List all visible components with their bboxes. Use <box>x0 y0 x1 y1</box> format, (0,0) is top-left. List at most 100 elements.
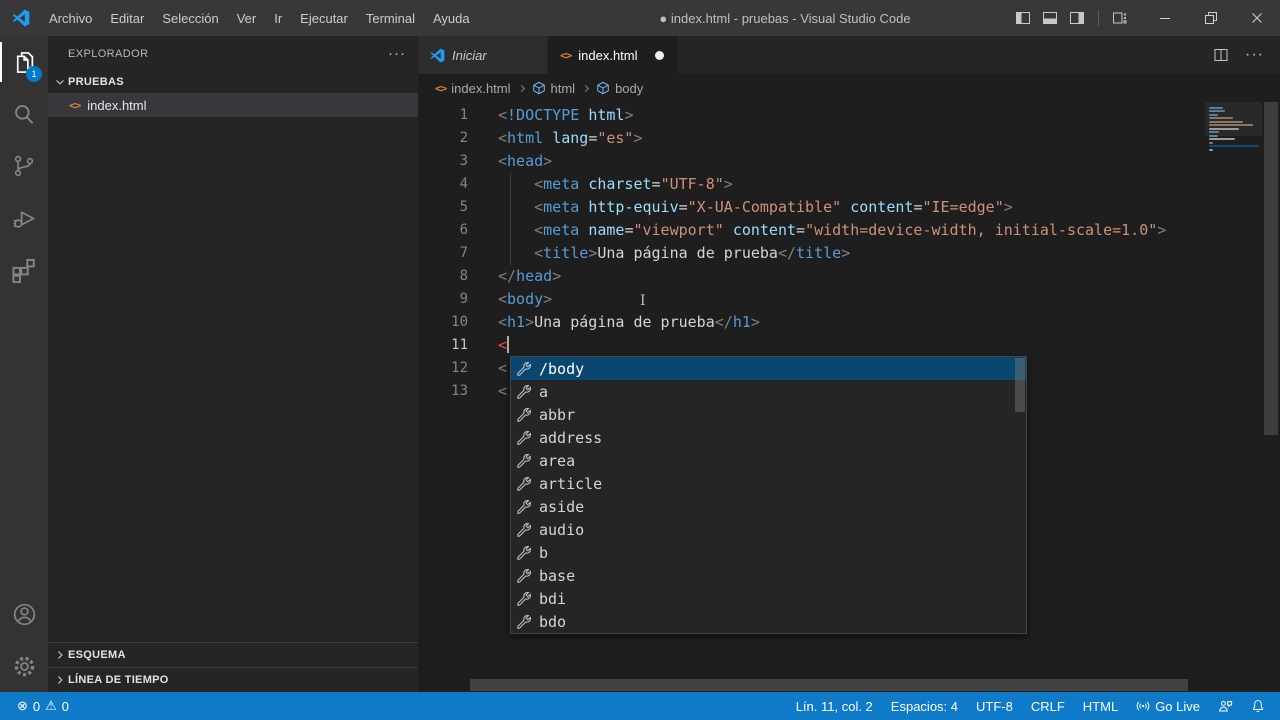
errors-count: 0 <box>33 699 40 714</box>
code-line-4[interactable]: 4 <meta charset="UTF-8"> <box>418 173 1280 196</box>
menu-ir[interactable]: Ir <box>265 0 291 36</box>
suggestion-audio[interactable]: audio <box>511 518 1026 541</box>
code-text: <title>Una página de prueba</title> <box>468 242 850 265</box>
code-line-5[interactable]: 5 <meta http-equiv="X-UA-Compatible" con… <box>418 196 1280 219</box>
vertical-scrollbar-thumb[interactable] <box>1264 102 1278 435</box>
suggestion-body[interactable]: /body <box>511 357 1026 380</box>
suggestion-bdi[interactable]: bdi <box>511 587 1026 610</box>
wrench-icon <box>516 614 531 629</box>
minimap-line <box>1209 124 1253 126</box>
suggestion-b[interactable]: b <box>511 541 1026 564</box>
wrench-icon <box>516 384 531 399</box>
horizontal-scrollbar[interactable] <box>470 679 1188 691</box>
status-html[interactable]: HTML <box>1074 692 1127 720</box>
code-line-8[interactable]: 8</head> <box>418 265 1280 288</box>
search-icon[interactable] <box>0 88 48 140</box>
suggestion-a[interactable]: a <box>511 380 1026 403</box>
breadcrumb-item-body[interactable]: body <box>596 81 643 96</box>
menu-ejecutar[interactable]: Ejecutar <box>291 0 357 36</box>
status-l-n-11-col-2[interactable]: Lín. 11, col. 2 <box>787 692 882 720</box>
code-text: <body> <box>468 288 552 311</box>
suggestion-address[interactable]: address <box>511 426 1026 449</box>
restore-button[interactable] <box>1188 0 1234 36</box>
customize-layout-icon[interactable] <box>1112 10 1128 26</box>
code-line-7[interactable]: 7 <title>Una página de prueba</title> <box>418 242 1280 265</box>
code-line-3[interactable]: 3<head> <box>418 150 1280 173</box>
status-espacios-4[interactable]: Espacios: 4 <box>882 692 967 720</box>
suggestion-abbr[interactable]: abbr <box>511 403 1026 426</box>
code-text: <meta charset="UTF-8"> <box>468 173 733 196</box>
vertical-scrollbar[interactable] <box>1262 102 1280 692</box>
code-line-1[interactable]: 1<!DOCTYPE html> <box>418 104 1280 127</box>
split-editor-icon[interactable] <box>1213 47 1229 63</box>
status-bell[interactable] <box>1242 692 1274 720</box>
minimize-button[interactable] <box>1142 0 1188 36</box>
status-bar: ⊗ 0 ⚠ 0 Lín. 11, col. 2Espacios: 4UTF-8C… <box>0 692 1280 720</box>
source-control-icon[interactable] <box>0 140 48 192</box>
sidebar-bottom-sections: ESQUEMALÍNEA DE TIEMPO <box>48 642 418 692</box>
bell-icon <box>1251 699 1265 713</box>
tab-label: index.html <box>578 48 637 63</box>
toggle-secondary-sidebar-icon[interactable] <box>1069 10 1085 26</box>
status-go-live[interactable]: Go Live <box>1127 692 1209 720</box>
tab-label: Iniciar <box>452 48 487 63</box>
menu-selecci-n[interactable]: Selección <box>153 0 227 36</box>
breadcrumb: <>index.html html body <box>418 74 1280 102</box>
line-number: 7 <box>418 242 468 265</box>
suggestion-article[interactable]: article <box>511 472 1026 495</box>
section-l-nea-de-tiempo[interactable]: LÍNEA DE TIEMPO <box>48 667 418 692</box>
line-number: 3 <box>418 150 468 173</box>
explorer-icon[interactable]: 1 <box>0 36 48 88</box>
extensions-icon[interactable] <box>0 244 48 296</box>
minimap-line <box>1209 114 1218 116</box>
wrench-icon <box>516 361 531 376</box>
menu-ver[interactable]: Ver <box>228 0 266 36</box>
menu-terminal[interactable]: Terminal <box>357 0 424 36</box>
breadcrumb-separator <box>517 84 524 91</box>
suggestion-aside[interactable]: aside <box>511 495 1026 518</box>
file-item-index-html[interactable]: <>index.html <box>48 93 418 117</box>
wrench-icon <box>516 545 531 560</box>
breadcrumb-item-index-html[interactable]: <>index.html <box>435 81 511 96</box>
breadcrumb-item-html[interactable]: html <box>532 81 576 96</box>
line-number: 11 <box>418 334 468 357</box>
line-number: 2 <box>418 127 468 150</box>
minimap[interactable] <box>1205 102 1262 152</box>
code-line-6[interactable]: 6 <meta name="viewport" content="width=d… <box>418 219 1280 242</box>
minimap-line <box>1209 121 1243 123</box>
code-line-10[interactable]: 10<h1>Una página de prueba</h1> <box>418 311 1280 334</box>
toggle-panel-icon[interactable] <box>1042 10 1058 26</box>
close-button[interactable] <box>1234 0 1280 36</box>
menu-editar[interactable]: Editar <box>101 0 153 36</box>
account-icon[interactable] <box>0 588 48 640</box>
menu-ayuda[interactable]: Ayuda <box>424 0 479 36</box>
code-text: <head> <box>468 150 552 173</box>
problems-indicator[interactable]: ⊗ 0 ⚠ 0 <box>8 692 78 720</box>
minimap-line <box>1209 142 1213 144</box>
code-line-11[interactable]: 11< <box>418 334 1280 357</box>
status-utf-8[interactable]: UTF-8 <box>967 692 1022 720</box>
run-debug-icon[interactable] <box>0 192 48 244</box>
explorer-more-actions[interactable]: ··· <box>388 45 406 62</box>
menu-archivo[interactable]: Archivo <box>40 0 101 36</box>
toggle-sidebar-icon[interactable] <box>1015 10 1031 26</box>
section-esquema[interactable]: ESQUEMA <box>48 642 418 667</box>
suggestion-base[interactable]: base <box>511 564 1026 587</box>
tab-index-html[interactable]: <>index.html <box>548 36 678 74</box>
code-line-9[interactable]: 9<body> <box>418 288 1280 311</box>
editor-more-actions[interactable]: ··· <box>1245 46 1264 64</box>
code-editor[interactable]: 1<!DOCTYPE html>2<html lang="es">3<head>… <box>418 102 1280 692</box>
file-name: index.html <box>87 98 146 113</box>
status-feedback[interactable] <box>1209 692 1242 720</box>
code-line-2[interactable]: 2<html lang="es"> <box>418 127 1280 150</box>
tab-iniciar[interactable]: Iniciar <box>418 36 548 74</box>
chevron-right-icon <box>52 672 68 688</box>
suggest-scrollbar[interactable] <box>1015 358 1025 412</box>
folder-pruebas[interactable]: PRUEBAS <box>48 71 418 93</box>
settings-gear-icon[interactable] <box>0 640 48 692</box>
line-number: 13 <box>418 380 468 403</box>
sidebar-empty-space <box>48 117 418 642</box>
status-crlf[interactable]: CRLF <box>1022 692 1074 720</box>
suggestion-area[interactable]: area <box>511 449 1026 472</box>
suggestion-bdo[interactable]: bdo <box>511 610 1026 633</box>
